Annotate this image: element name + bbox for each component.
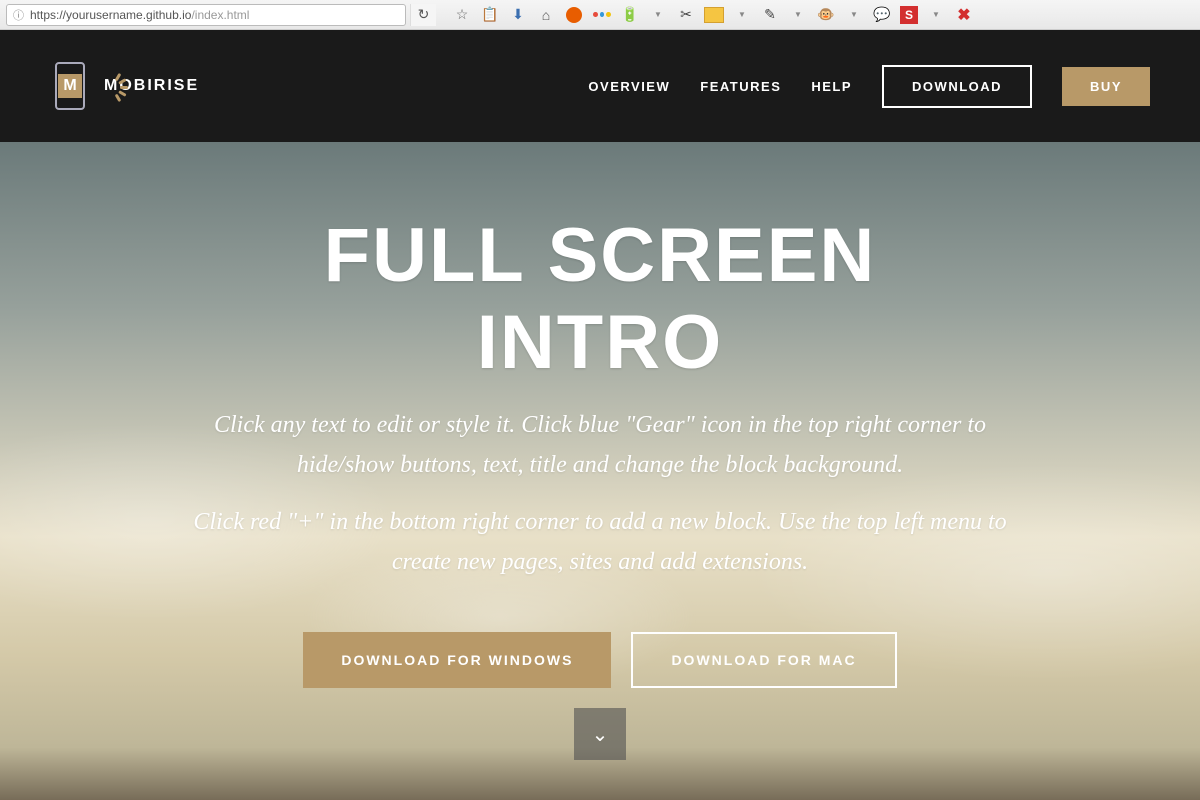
url-text: https://yourusername.github.io/index.htm… xyxy=(30,8,399,22)
duckduckgo-icon[interactable] xyxy=(564,5,584,25)
downloads-icon[interactable]: ⬇ xyxy=(508,5,528,25)
logo-icon: M xyxy=(50,61,90,111)
battery-icon[interactable]: 🔋 xyxy=(620,5,640,25)
download-button[interactable]: DOWNLOAD xyxy=(882,65,1032,108)
nav-help[interactable]: HELP xyxy=(811,79,852,94)
hero-subtitle-1[interactable]: Click any text to edit or style it. Clic… xyxy=(190,406,1010,485)
color-dots-icon[interactable] xyxy=(592,5,612,25)
scissors-icon[interactable]: ✂ xyxy=(676,5,696,25)
hero-section: FULL SCREEN INTRO Click any text to edit… xyxy=(0,142,1200,800)
monkey-icon[interactable]: 🐵 xyxy=(816,5,836,25)
reload-button[interactable]: ↻ xyxy=(410,4,436,26)
eyedropper-icon[interactable]: ✎ xyxy=(760,5,780,25)
buy-button[interactable]: BUY xyxy=(1062,67,1150,106)
s-badge-icon[interactable]: S xyxy=(900,6,918,24)
hero-buttons: DOWNLOAD FOR WINDOWS DOWNLOAD FOR MAC xyxy=(190,632,1010,688)
download-mac-button[interactable]: DOWNLOAD FOR MAC xyxy=(631,632,896,688)
info-icon: ⓘ xyxy=(13,7,24,23)
home-icon[interactable]: ⌂ xyxy=(536,5,556,25)
bookmark-star-icon[interactable]: ☆ xyxy=(452,5,472,25)
nav-overview[interactable]: OVERVIEW xyxy=(588,79,670,94)
browser-toolbar: ⓘ https://yourusername.github.io/index.h… xyxy=(0,0,1200,30)
yellow-badge-icon[interactable] xyxy=(704,5,724,25)
x-close-icon[interactable]: ✖ xyxy=(954,5,974,25)
site-header: M MOBIRISE OVERVIEW FEATURES HELP DOWNLO… xyxy=(0,30,1200,142)
hero-title[interactable]: FULL SCREEN INTRO xyxy=(190,212,1010,386)
download-windows-button[interactable]: DOWNLOAD FOR WINDOWS xyxy=(303,632,611,688)
hero-subtitle-2[interactable]: Click red "+" in the bottom right corner… xyxy=(190,503,1010,582)
logo-letter: M xyxy=(58,74,82,98)
dropdown-icon[interactable]: ▼ xyxy=(788,5,808,25)
chevron-down-icon: ⌄ xyxy=(592,722,609,747)
dropdown-icon[interactable]: ▼ xyxy=(926,5,946,25)
chat-icon[interactable]: 💬 xyxy=(872,5,892,25)
scroll-down-button[interactable]: ⌄ xyxy=(574,708,626,760)
dropdown-icon[interactable]: ▼ xyxy=(732,5,752,25)
dropdown-icon[interactable]: ▼ xyxy=(648,5,668,25)
toolbar-icons: ☆ 📋 ⬇ ⌂ 🔋 ▼ ✂ ▼ ✎ ▼ 🐵 ▼ 💬 S ▼ ✖ xyxy=(452,5,974,25)
dropdown-icon[interactable]: ▼ xyxy=(844,5,864,25)
main-nav: OVERVIEW FEATURES HELP DOWNLOAD BUY xyxy=(588,65,1150,108)
logo[interactable]: M MOBIRISE xyxy=(50,61,199,111)
clipboard-icon[interactable]: 📋 xyxy=(480,5,500,25)
nav-features[interactable]: FEATURES xyxy=(700,79,781,94)
address-bar[interactable]: ⓘ https://yourusername.github.io/index.h… xyxy=(6,4,406,26)
